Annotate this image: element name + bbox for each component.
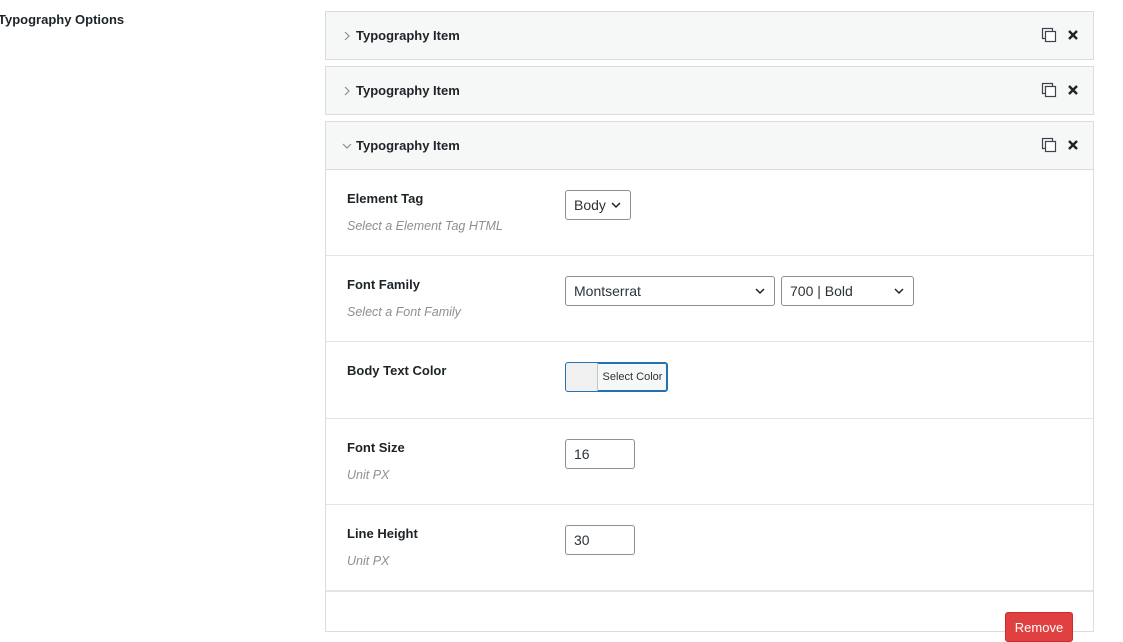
item-title: Typography Item (356, 83, 460, 98)
typography-item-3: Typography Item Element Tag Select a Ele… (325, 121, 1094, 642)
select-color-button[interactable]: Select Color (565, 362, 668, 392)
font-family-select[interactable]: Montserrat (565, 276, 775, 306)
field-line-height: Line Height Unit PX 30 (326, 505, 1093, 591)
close-icon[interactable] (1065, 137, 1081, 153)
chevron-down-icon (755, 288, 765, 295)
select-value: 700 | Bold (790, 283, 853, 299)
field-description: Unit PX (347, 468, 390, 482)
field-label: Font Size (347, 440, 405, 455)
item-title: Typography Item (356, 138, 460, 153)
duplicate-icon[interactable] (1041, 82, 1057, 98)
duplicate-icon[interactable] (1041, 27, 1057, 43)
font-size-input[interactable]: 16 (565, 439, 635, 469)
field-label: Element Tag (347, 191, 424, 206)
field-font-size: Font Size Unit PX 16 (326, 419, 1093, 505)
item-header[interactable]: Typography Item (326, 67, 1093, 114)
close-icon[interactable] (1065, 82, 1081, 98)
field-body-text-color: Body Text Color Select Color (326, 342, 1093, 419)
item-header[interactable]: Typography Item (326, 12, 1093, 59)
item-header[interactable]: Typography Item (326, 122, 1093, 170)
font-weight-select[interactable]: 700 | Bold (781, 276, 914, 306)
duplicate-icon[interactable] (1041, 137, 1057, 153)
typography-item-1: Typography Item (325, 11, 1094, 60)
chevron-down-icon (342, 143, 352, 149)
field-label: Line Height (347, 526, 418, 541)
remove-button[interactable]: Remove (1005, 612, 1073, 642)
typography-repeater: Typography Item Typography Item Typograp… (325, 11, 1094, 642)
select-value: Montserrat (574, 283, 641, 299)
color-swatch (566, 363, 598, 391)
chevron-down-icon (894, 288, 904, 295)
close-icon[interactable] (1065, 27, 1081, 43)
chevron-right-icon (344, 31, 350, 40)
chevron-down-icon (611, 202, 621, 209)
field-description: Select a Font Family (347, 305, 461, 319)
section-label: Typography Options (0, 12, 125, 27)
field-label: Font Family (347, 277, 420, 292)
field-label: Body Text Color (347, 363, 447, 378)
select-color-label: Select Color (602, 371, 663, 383)
field-element-tag: Element Tag Select a Element Tag HTML Bo… (326, 170, 1093, 256)
field-font-family: Font Family Select a Font Family Montser… (326, 256, 1093, 342)
element-tag-select[interactable]: Body (565, 190, 631, 220)
chevron-right-icon (344, 86, 350, 95)
field-description: Unit PX (347, 554, 390, 568)
item-footer: Remove (326, 591, 1093, 642)
field-description: Select a Element Tag HTML (347, 219, 503, 233)
typography-item-2: Typography Item (325, 66, 1094, 115)
item-title: Typography Item (356, 28, 460, 43)
select-value: Body (574, 197, 606, 213)
line-height-input[interactable]: 30 (565, 525, 635, 555)
